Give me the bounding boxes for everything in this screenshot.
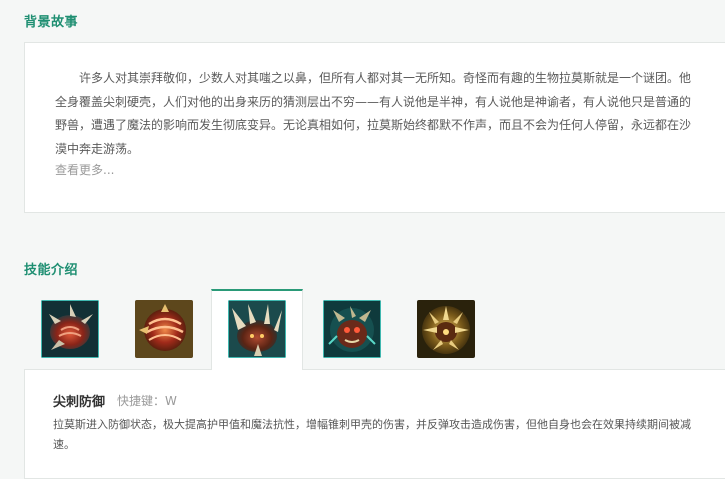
puncturing-taunt-icon: [323, 300, 381, 358]
skill-tab-e[interactable]: [306, 289, 398, 369]
skill-name: 尖刺防御: [53, 395, 106, 410]
skills-section-title: 技能介绍: [24, 263, 79, 278]
skill-tab-q[interactable]: [118, 289, 210, 369]
skill-detail-card: 尖刺防御 快捷键：W 拉莫斯进入防御状态，极大提高护甲值和魔法抗性，增幅锥刺甲壳…: [24, 369, 725, 479]
skill-tabs: [24, 289, 725, 370]
story-card: 许多人对其崇拜敬仰，少数人对其嗤之以鼻，但所有人都对其一无所知。奇怪而有趣的生物…: [24, 42, 725, 213]
defensive-ball-curl-icon: [228, 300, 286, 358]
skill-hotkey: 快捷键：W: [117, 394, 177, 408]
soaring-slam-icon: [417, 300, 475, 358]
powerball-icon: [135, 300, 193, 358]
skill-description: 拉莫斯进入防御状态，极大提高护甲值和魔法抗性，增幅锥刺甲壳的伤害，并反弹攻击造成…: [53, 418, 691, 451]
see-more-link[interactable]: 查看更多...: [55, 161, 114, 178]
skill-tab-r[interactable]: [400, 289, 492, 369]
skill-tab-w[interactable]: [211, 289, 303, 370]
skill-tab-passive[interactable]: [24, 289, 116, 369]
passive-spiked-shell-icon: [41, 300, 99, 358]
story-section-title: 背景故事: [24, 15, 79, 30]
story-text: 许多人对其崇拜敬仰，少数人对其嗤之以鼻，但所有人都对其一无所知。奇怪而有趣的生物…: [55, 71, 692, 156]
